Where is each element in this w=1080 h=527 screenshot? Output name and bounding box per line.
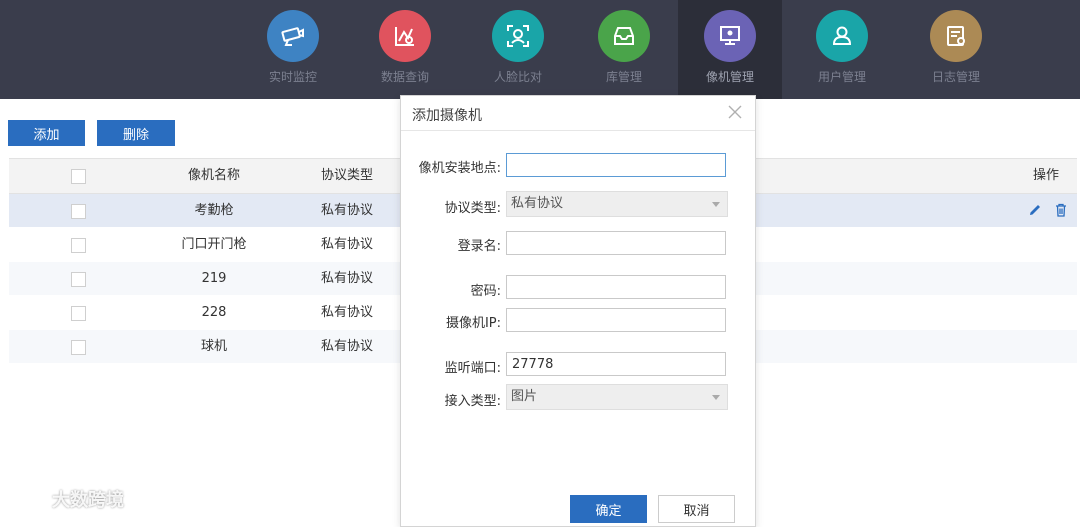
watermark: 大数跨境 [8, 486, 124, 512]
top-nav: 实时监控 数据查询 人脸比对 库管理 像机管理 用户管理 日志管理 [0, 0, 1080, 99]
login-label: 登录名: [457, 239, 501, 254]
nav-label: 数据查询 [380, 70, 429, 84]
protocol-select[interactable]: 私有协议 [506, 191, 728, 217]
column-header-name: 像机名称 [187, 168, 240, 183]
nav-label: 实时监控 [268, 70, 317, 84]
password-input[interactable] [506, 275, 726, 299]
nav-item-data-query[interactable]: 数据查询 [353, 0, 457, 99]
delete-button[interactable]: 删除 [97, 120, 175, 146]
camera-protocol: 私有协议 [321, 339, 374, 354]
password-label: 密码: [470, 284, 501, 299]
nav-label: 库管理 [605, 70, 642, 84]
location-input[interactable] [506, 153, 726, 177]
nav-item-realtime-monitor[interactable]: 实时监控 [241, 0, 345, 99]
camera-icon [267, 10, 319, 62]
ip-label: 摄像机IP: [445, 316, 501, 331]
row-checkbox[interactable] [71, 238, 86, 253]
watermark-text: 大数跨境 [52, 490, 124, 511]
monitor-icon [704, 10, 756, 62]
camera-name: 228 [201, 305, 227, 320]
log-icon [930, 10, 982, 62]
add-camera-dialog: 添加摄像机 像机安装地点: 协议类型: 私有协议 登录名: 密码: 摄像机IP:… [400, 95, 756, 527]
dialog-header: 添加摄像机 [401, 96, 755, 131]
weibo-logo-icon [9, 493, 45, 507]
column-header-protocol: 协议类型 [321, 168, 374, 183]
select-all-checkbox[interactable] [71, 169, 86, 184]
access-type-label: 接入类型: [444, 394, 501, 409]
access-type-select-value: 图片 [511, 389, 538, 404]
data-query-icon [379, 10, 431, 62]
column-header-ops: 操作 [1033, 168, 1060, 183]
access-type-select[interactable]: 图片 [506, 384, 728, 410]
edit-icon[interactable] [1027, 202, 1043, 218]
camera-name: 球机 [200, 339, 227, 354]
login-input[interactable] [506, 231, 726, 255]
trash-icon[interactable] [1053, 202, 1069, 218]
chevron-down-icon [712, 202, 720, 207]
inbox-icon [598, 10, 650, 62]
camera-name: 考勤枪 [194, 203, 234, 218]
nav-label: 像机管理 [705, 70, 754, 84]
camera-protocol: 私有协议 [321, 203, 374, 218]
nav-item-user-manage[interactable]: 用户管理 [790, 0, 894, 99]
nav-label: 用户管理 [817, 70, 866, 84]
nav-item-library[interactable]: 库管理 [572, 0, 676, 99]
camera-protocol: 私有协议 [321, 271, 374, 286]
add-button[interactable]: 添加 [8, 120, 85, 146]
protocol-label: 协议类型: [444, 201, 501, 216]
row-checkbox[interactable] [71, 306, 86, 321]
row-checkbox[interactable] [71, 340, 86, 355]
row-checkbox[interactable] [71, 204, 86, 219]
user-icon [816, 10, 868, 62]
nav-item-camera-manage[interactable]: 像机管理 [678, 0, 782, 99]
port-label: 监听端口: [444, 361, 501, 376]
port-input[interactable] [506, 352, 726, 376]
nav-label: 人脸比对 [493, 70, 542, 84]
face-compare-icon [492, 10, 544, 62]
row-checkbox[interactable] [71, 272, 86, 287]
location-label: 像机安装地点: [418, 161, 501, 176]
nav-item-face-compare[interactable]: 人脸比对 [466, 0, 570, 99]
ip-input[interactable] [506, 308, 726, 332]
camera-protocol: 私有协议 [321, 305, 374, 320]
nav-label: 日志管理 [931, 70, 980, 84]
camera-name: 门口开门枪 [181, 237, 247, 252]
close-icon[interactable] [727, 104, 743, 120]
camera-name: 219 [201, 271, 227, 286]
nav-item-log-manage[interactable]: 日志管理 [904, 0, 1008, 99]
camera-protocol: 私有协议 [321, 237, 374, 252]
chevron-down-icon [712, 395, 720, 400]
protocol-select-value: 私有协议 [511, 196, 564, 211]
dialog-title: 添加摄像机 [412, 108, 482, 124]
